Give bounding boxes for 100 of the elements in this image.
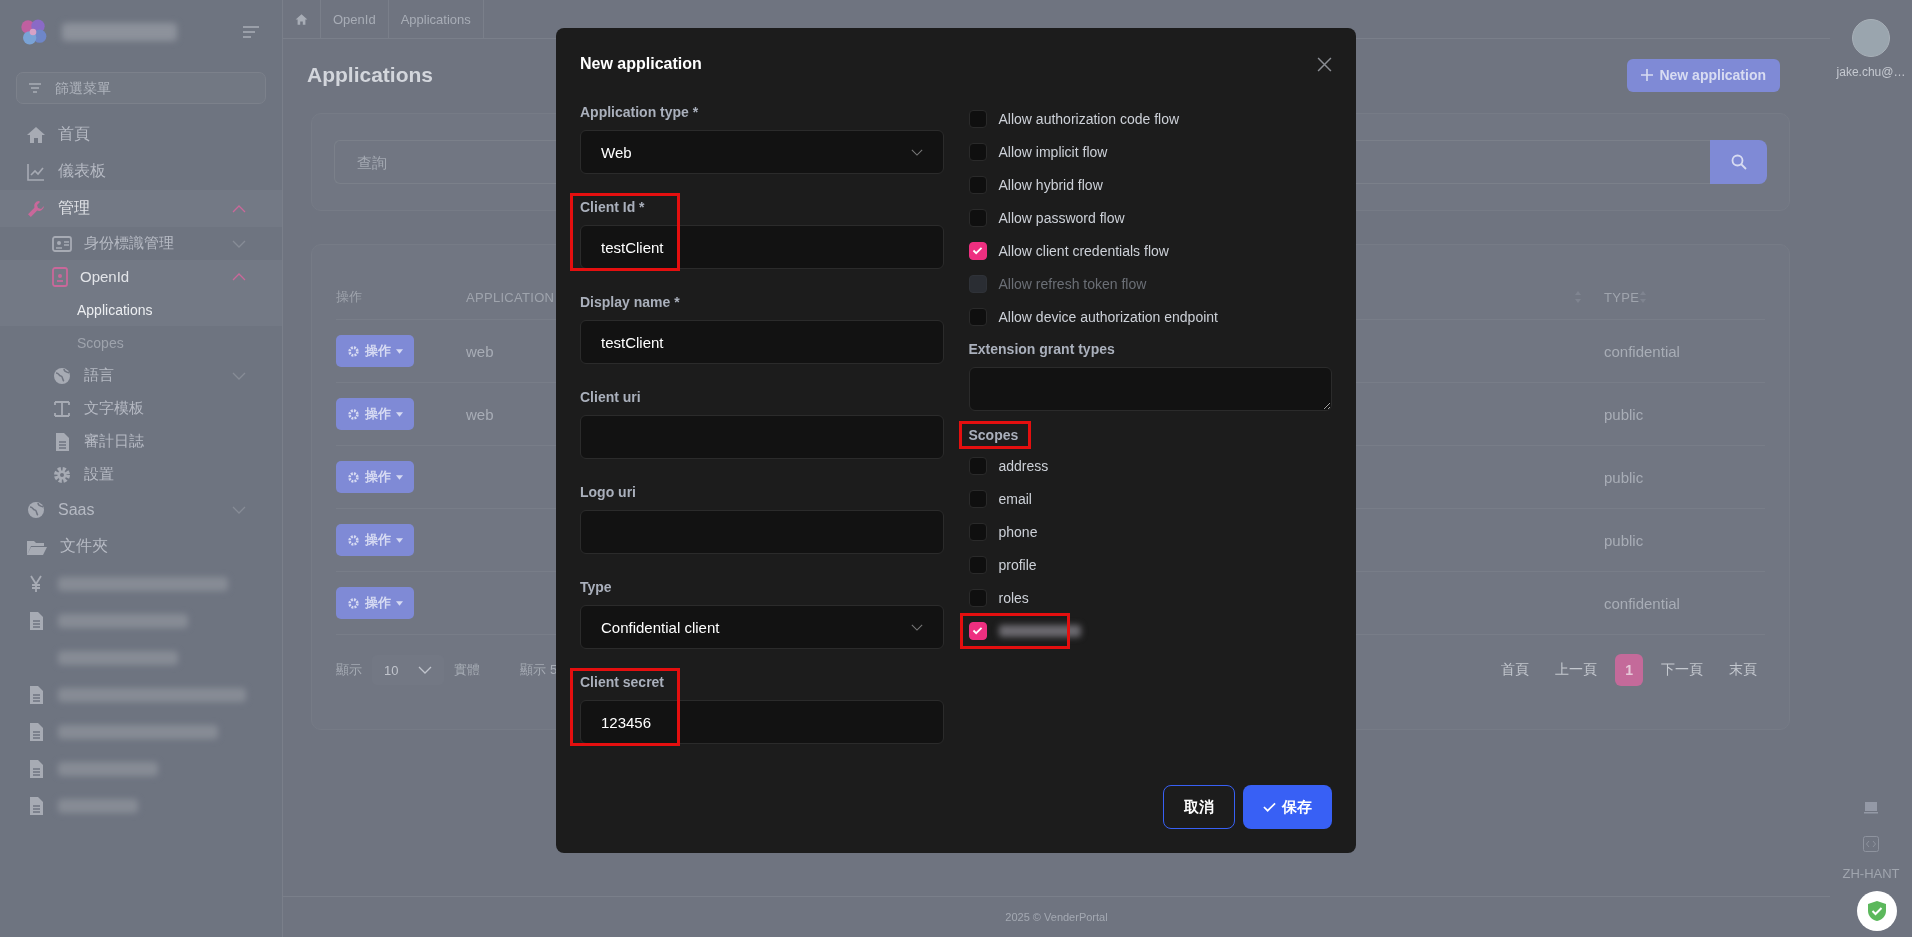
wrench-icon — [26, 198, 46, 219]
chevron-down-icon — [232, 239, 246, 248]
page-link[interactable]: 1 — [1615, 654, 1643, 686]
search-button[interactable] — [1710, 140, 1767, 184]
chevron-down-icon — [910, 623, 923, 631]
action-dropdown-button[interactable]: 操作 — [336, 335, 414, 367]
page-link[interactable]: 首頁 — [1493, 657, 1538, 683]
chevron-up-icon — [232, 204, 246, 213]
checkbox[interactable] — [968, 522, 987, 541]
check-icon — [1263, 802, 1276, 812]
field-label: Extension grant types — [968, 340, 1116, 359]
user-name[interactable]: jake.chu@… — [1836, 65, 1906, 79]
globe-icon — [52, 365, 72, 386]
gear-icon — [347, 470, 360, 484]
checkbox-label: Allow password flow — [998, 209, 1125, 226]
chevron-up-icon — [232, 272, 246, 281]
chevron-down-icon — [418, 666, 433, 674]
action-dropdown-button[interactable]: 操作 — [336, 398, 414, 430]
checkbox[interactable] — [968, 241, 987, 260]
menu-item[interactable]: Applications — [0, 293, 282, 326]
checkbox-label: Allow implicit flow — [998, 143, 1108, 160]
cancel-button[interactable]: 取消 — [1163, 785, 1235, 829]
action-dropdown-button[interactable]: 操作 — [336, 524, 414, 556]
caret-icon — [396, 348, 403, 354]
text-field[interactable]: 123456 — [580, 700, 944, 744]
new-application-button[interactable]: New application — [1627, 58, 1780, 92]
menu-item[interactable]: OpenId — [0, 260, 282, 293]
checkbox[interactable] — [968, 142, 987, 161]
checkbox[interactable] — [968, 109, 987, 128]
action-dropdown-button[interactable]: 操作 — [336, 461, 414, 493]
gear-icon — [347, 344, 360, 358]
action-dropdown-button[interactable]: 操作 — [336, 587, 414, 619]
field-label: Logo uri — [580, 483, 637, 502]
checkbox[interactable] — [968, 307, 987, 326]
page-title: Applications — [307, 63, 433, 87]
menu-item[interactable]: 語言 — [0, 359, 282, 392]
menu-item[interactable]: Saas — [0, 491, 282, 528]
checkbox-label: Allow device authorization endpoint — [998, 308, 1218, 325]
select-field[interactable]: Confidential client — [580, 605, 944, 649]
page-link[interactable]: 下一頁 — [1653, 657, 1711, 683]
chevron-down-icon — [232, 505, 246, 514]
field-label: Client Id * — [580, 198, 646, 217]
dialog-title: New application — [580, 55, 702, 73]
id-card-icon — [52, 235, 72, 252]
menu-item[interactable]: 身份標識管理 — [0, 227, 282, 260]
line-chart-icon — [26, 161, 46, 182]
avatar[interactable] — [1852, 19, 1890, 57]
close-icon — [1317, 56, 1332, 72]
checkbox[interactable] — [968, 208, 987, 227]
chevron-down-icon — [910, 148, 923, 156]
flower-logo-icon — [18, 17, 48, 47]
checkbox[interactable] — [968, 555, 987, 574]
breadcrumb-link[interactable]: OpenId — [321, 0, 389, 38]
checkbox-label: Allow authorization code flow — [998, 110, 1180, 127]
checkbox-label: Allow refresh token flow — [998, 275, 1147, 292]
checkbox-label: Allow hybrid flow — [998, 176, 1103, 193]
badge-icon — [52, 266, 68, 287]
select-field[interactable]: Web — [580, 130, 944, 174]
field-label: Display name * — [580, 293, 681, 312]
shield-button[interactable] — [1857, 891, 1897, 931]
checkbox-label: roles — [998, 589, 1029, 606]
text-field[interactable] — [580, 415, 944, 459]
field-label: Client secret — [580, 673, 666, 692]
chevron-down-icon — [232, 371, 246, 380]
checkbox[interactable] — [968, 588, 987, 607]
checkbox-label: address — [998, 457, 1049, 474]
text-field[interactable] — [580, 510, 944, 554]
page-link[interactable]: 上一頁 — [1547, 657, 1606, 683]
checkbox-label: email — [998, 490, 1032, 507]
checkbox[interactable] — [968, 489, 987, 508]
page-link[interactable]: 末頁 — [1721, 657, 1765, 683]
checkbox[interactable] — [968, 621, 987, 640]
menu-item[interactable]: 審計日誌 — [0, 425, 282, 458]
gear-icon — [347, 596, 360, 610]
caret-icon — [396, 600, 403, 606]
menu-item[interactable]: 文字模板 — [0, 392, 282, 425]
menu-item[interactable]: 設置 — [0, 458, 282, 491]
home-icon — [26, 124, 46, 145]
plus-icon — [1641, 69, 1654, 81]
laptop-icon — [1863, 802, 1879, 814]
menu-item[interactable]: 儀表板 — [0, 153, 282, 190]
menu-item[interactable]: 文件夾 — [0, 528, 282, 565]
checkbox[interactable] — [968, 175, 987, 194]
checkbox[interactable] — [968, 456, 987, 475]
check-icon — [972, 246, 983, 255]
save-button[interactable]: 保存 — [1243, 785, 1332, 829]
gear-icon — [347, 407, 360, 421]
text-area[interactable] — [968, 367, 1332, 411]
home-icon — [295, 12, 308, 26]
globe-icon — [26, 499, 46, 520]
text-field[interactable]: testClient — [580, 320, 944, 364]
gear-icon — [52, 464, 72, 485]
menu-item[interactable]: 管理 — [0, 190, 282, 227]
breadcrumb-link[interactable]: Applications — [388, 0, 484, 38]
text-field[interactable]: testClient — [580, 225, 944, 269]
menu-item[interactable]: 首頁 — [0, 116, 282, 153]
checkbox-label: Allow client credentials flow — [998, 242, 1169, 259]
search-icon — [1730, 154, 1747, 170]
field-label: Client uri — [580, 388, 642, 407]
code-icon — [1863, 836, 1879, 852]
